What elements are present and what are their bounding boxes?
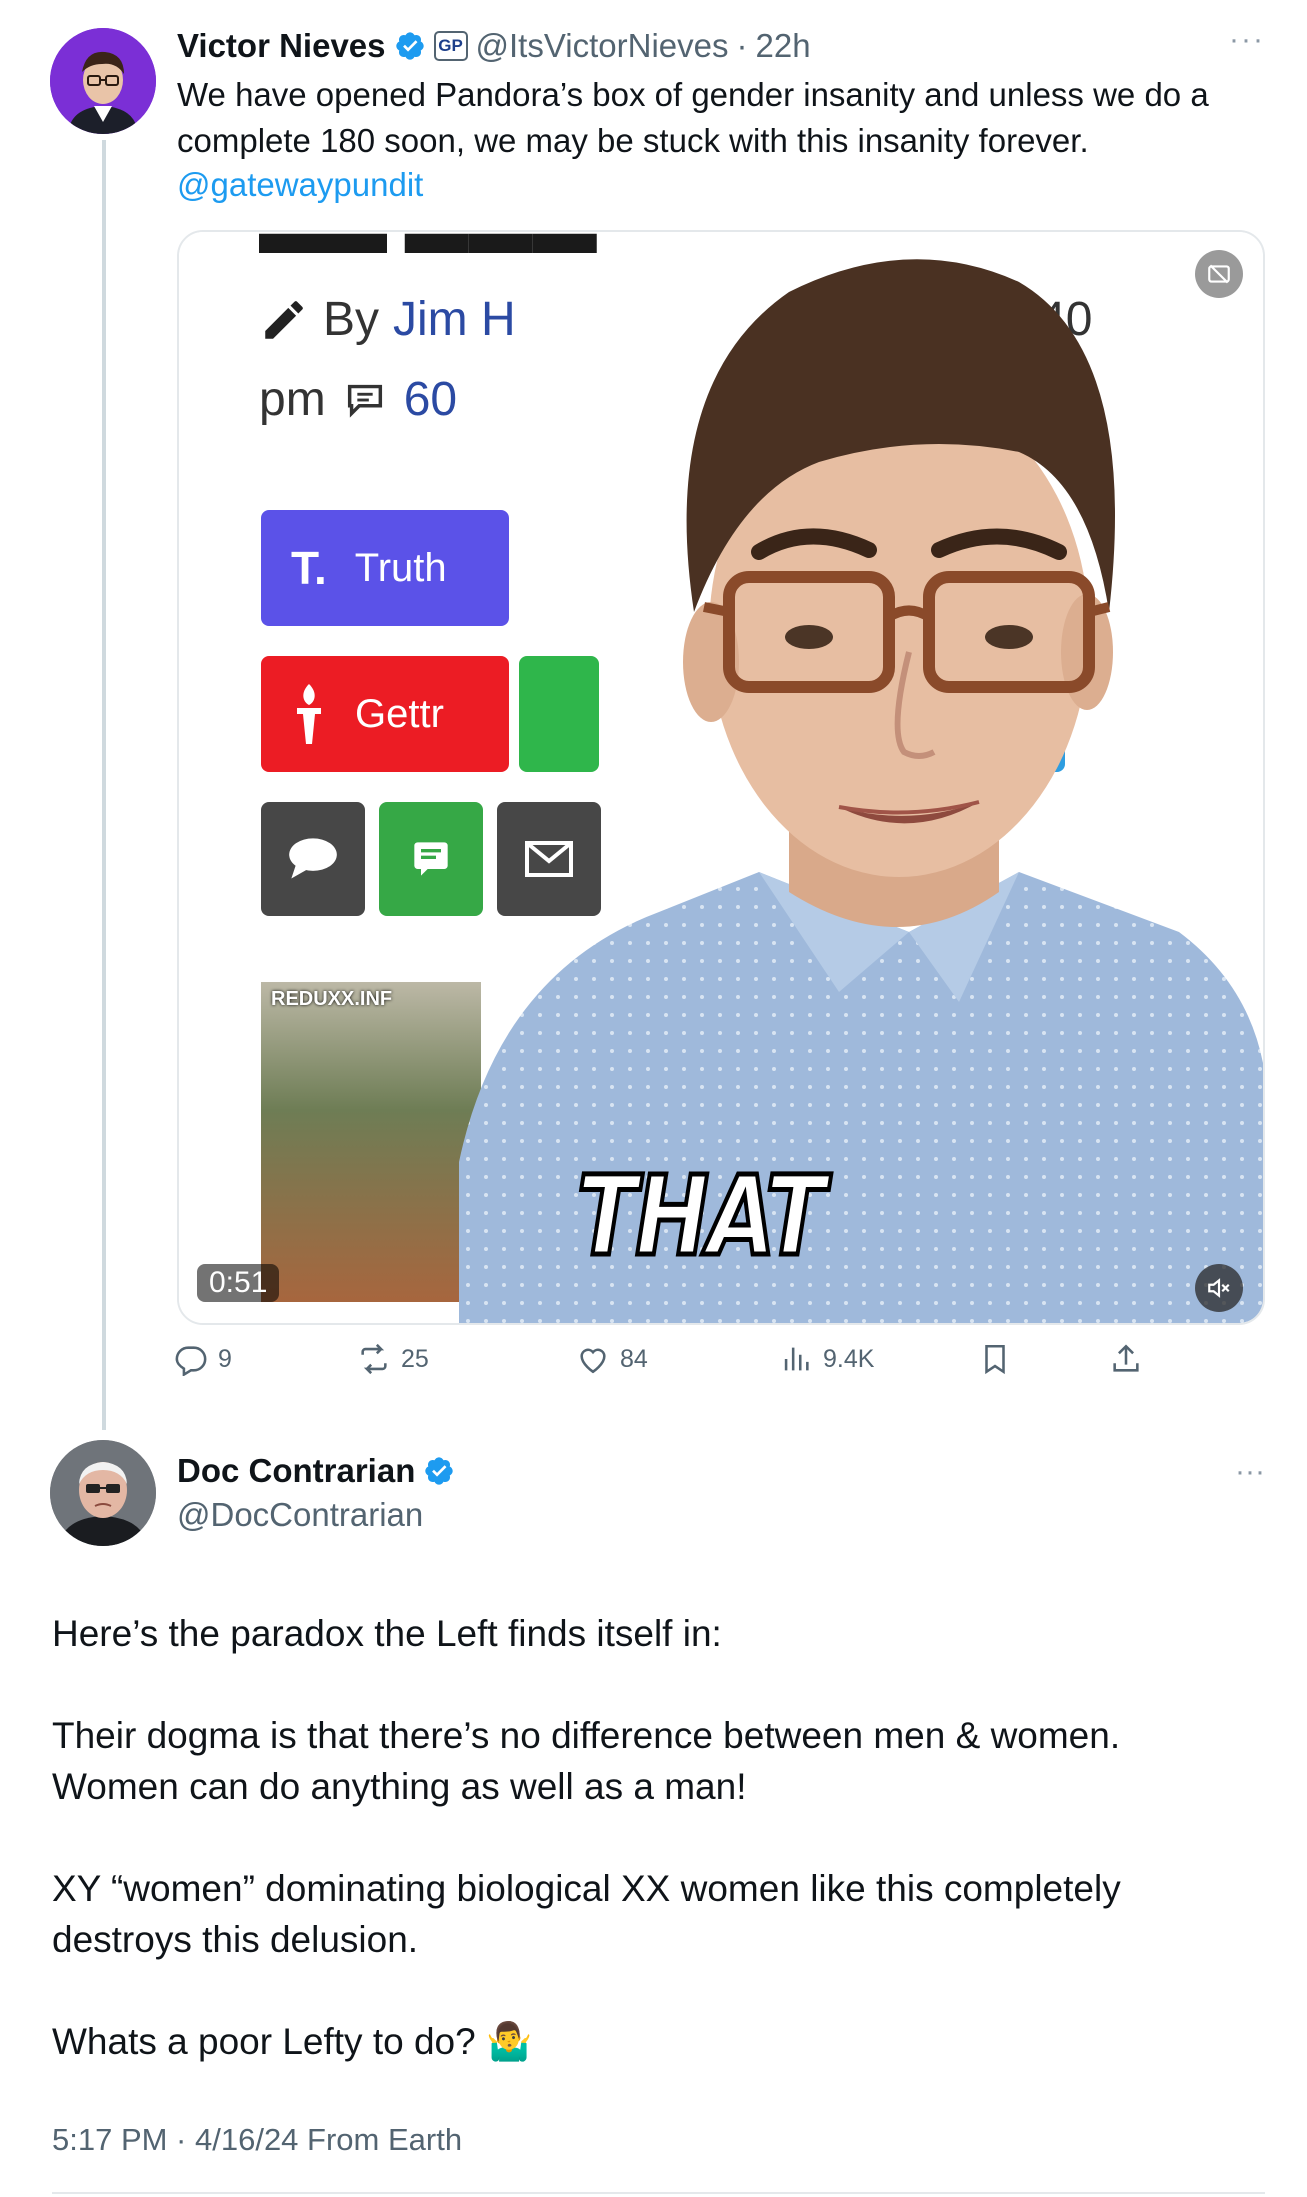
share-truth-label: Truth — [354, 545, 447, 590]
view-count: 9.4K — [823, 1344, 875, 1373]
post-time[interactable]: 22h — [755, 27, 810, 65]
verified-badge-icon — [425, 1457, 454, 1485]
heart-icon — [580, 1348, 606, 1374]
views-button[interactable]: 9.4K — [779, 1342, 874, 1376]
author-name[interactable]: Victor Nieves — [177, 27, 386, 65]
thread-connector-line — [102, 140, 106, 1430]
video-caption: THAT — [575, 1150, 828, 1283]
tweet1-text: We have opened Pandora’s box of gender i… — [177, 76, 1209, 159]
repost-count: 25 — [401, 1344, 429, 1373]
race-thumbnail: REDUXX.INF — [261, 982, 481, 1302]
bookmark-icon — [985, 1344, 1005, 1375]
analytics-icon — [784, 1347, 809, 1371]
article-byline-prefix: By — [323, 293, 380, 346]
tweet2-paragraph: Here’s the paradox the Left finds itself… — [52, 1613, 722, 1654]
mute-icon[interactable] — [1195, 1264, 1243, 1312]
comment-bubble-icon — [347, 384, 382, 418]
repost-button[interactable]: 25 — [357, 1342, 429, 1376]
avatar[interactable] — [50, 28, 156, 134]
more-options-icon[interactable]: ··· — [1229, 25, 1265, 55]
more-options-icon[interactable]: ··· — [1235, 1457, 1265, 1487]
tweet2-paragraph: Whats a poor Lefty to do? 🤷‍♂️ — [52, 2021, 533, 2062]
reply-button[interactable]: 9 — [174, 1342, 232, 1376]
settings-icon[interactable] — [1195, 250, 1243, 298]
video-player[interactable]: ▬▬ ▬▬▬ By Jim H 3:40 pm 60 T. Truth Gett… — [177, 230, 1265, 1325]
avatar[interactable] — [50, 1440, 156, 1546]
article-comment-count: 60 — [403, 373, 458, 426]
separator-dot: · — [736, 27, 748, 64]
like-button[interactable]: 84 — [576, 1342, 648, 1376]
tweet1-header: Victor Nieves GP @ItsVictorNieves · 22h — [177, 22, 811, 70]
post-timestamp[interactable]: 5:17 PM · 4/16/24 From Earth — [52, 2122, 462, 2158]
message-icon — [414, 842, 448, 876]
reply-icon — [175, 1346, 207, 1376]
author-handle[interactable]: @DocContrarian — [177, 1496, 423, 1534]
share-sms-button — [261, 802, 365, 916]
author-name[interactable]: Doc Contrarian — [177, 1452, 415, 1490]
truth-social-icon: T. — [291, 542, 327, 594]
verified-badge-icon — [395, 32, 424, 60]
video-duration: 0:51 — [197, 1264, 280, 1302]
tweet1-actions: 9 25 84 9.4K — [174, 1342, 1174, 1386]
bookmark-button[interactable] — [978, 1342, 1012, 1376]
like-count: 84 — [620, 1344, 648, 1373]
author-handle[interactable]: @ItsVictorNieves — [476, 27, 729, 65]
article-meta: pm 60 — [259, 372, 457, 427]
tweet2-paragraph: XY “women” dominating biological XX wome… — [52, 1868, 1121, 1960]
tweet2-header: Doc Contrarian — [177, 1452, 455, 1490]
repost-icon — [361, 1343, 387, 1375]
torch-icon — [297, 684, 321, 744]
share-gettr-label: Gettr — [355, 691, 444, 736]
tweet2-paragraph: Their dogma is that there’s no differenc… — [52, 1715, 1121, 1756]
speech-bubble-icon — [289, 838, 337, 879]
reply-count: 9 — [218, 1344, 232, 1373]
pencil-icon — [265, 300, 303, 339]
divider — [52, 2192, 1265, 2194]
thumbnail-label: REDUXX.INF — [271, 988, 393, 1010]
article-pm: pm — [259, 373, 326, 426]
tweet2-text: Here’s the paradox the Left finds itself… — [52, 1608, 1252, 2067]
share-icon — [1113, 1344, 1139, 1372]
mention-link[interactable]: @gatewaypundit — [177, 166, 423, 204]
tweet2-paragraph: Women can do anything as well as a man! — [52, 1766, 747, 1807]
affiliate-badge[interactable]: GP — [433, 31, 468, 61]
share-button[interactable] — [1109, 1342, 1143, 1376]
